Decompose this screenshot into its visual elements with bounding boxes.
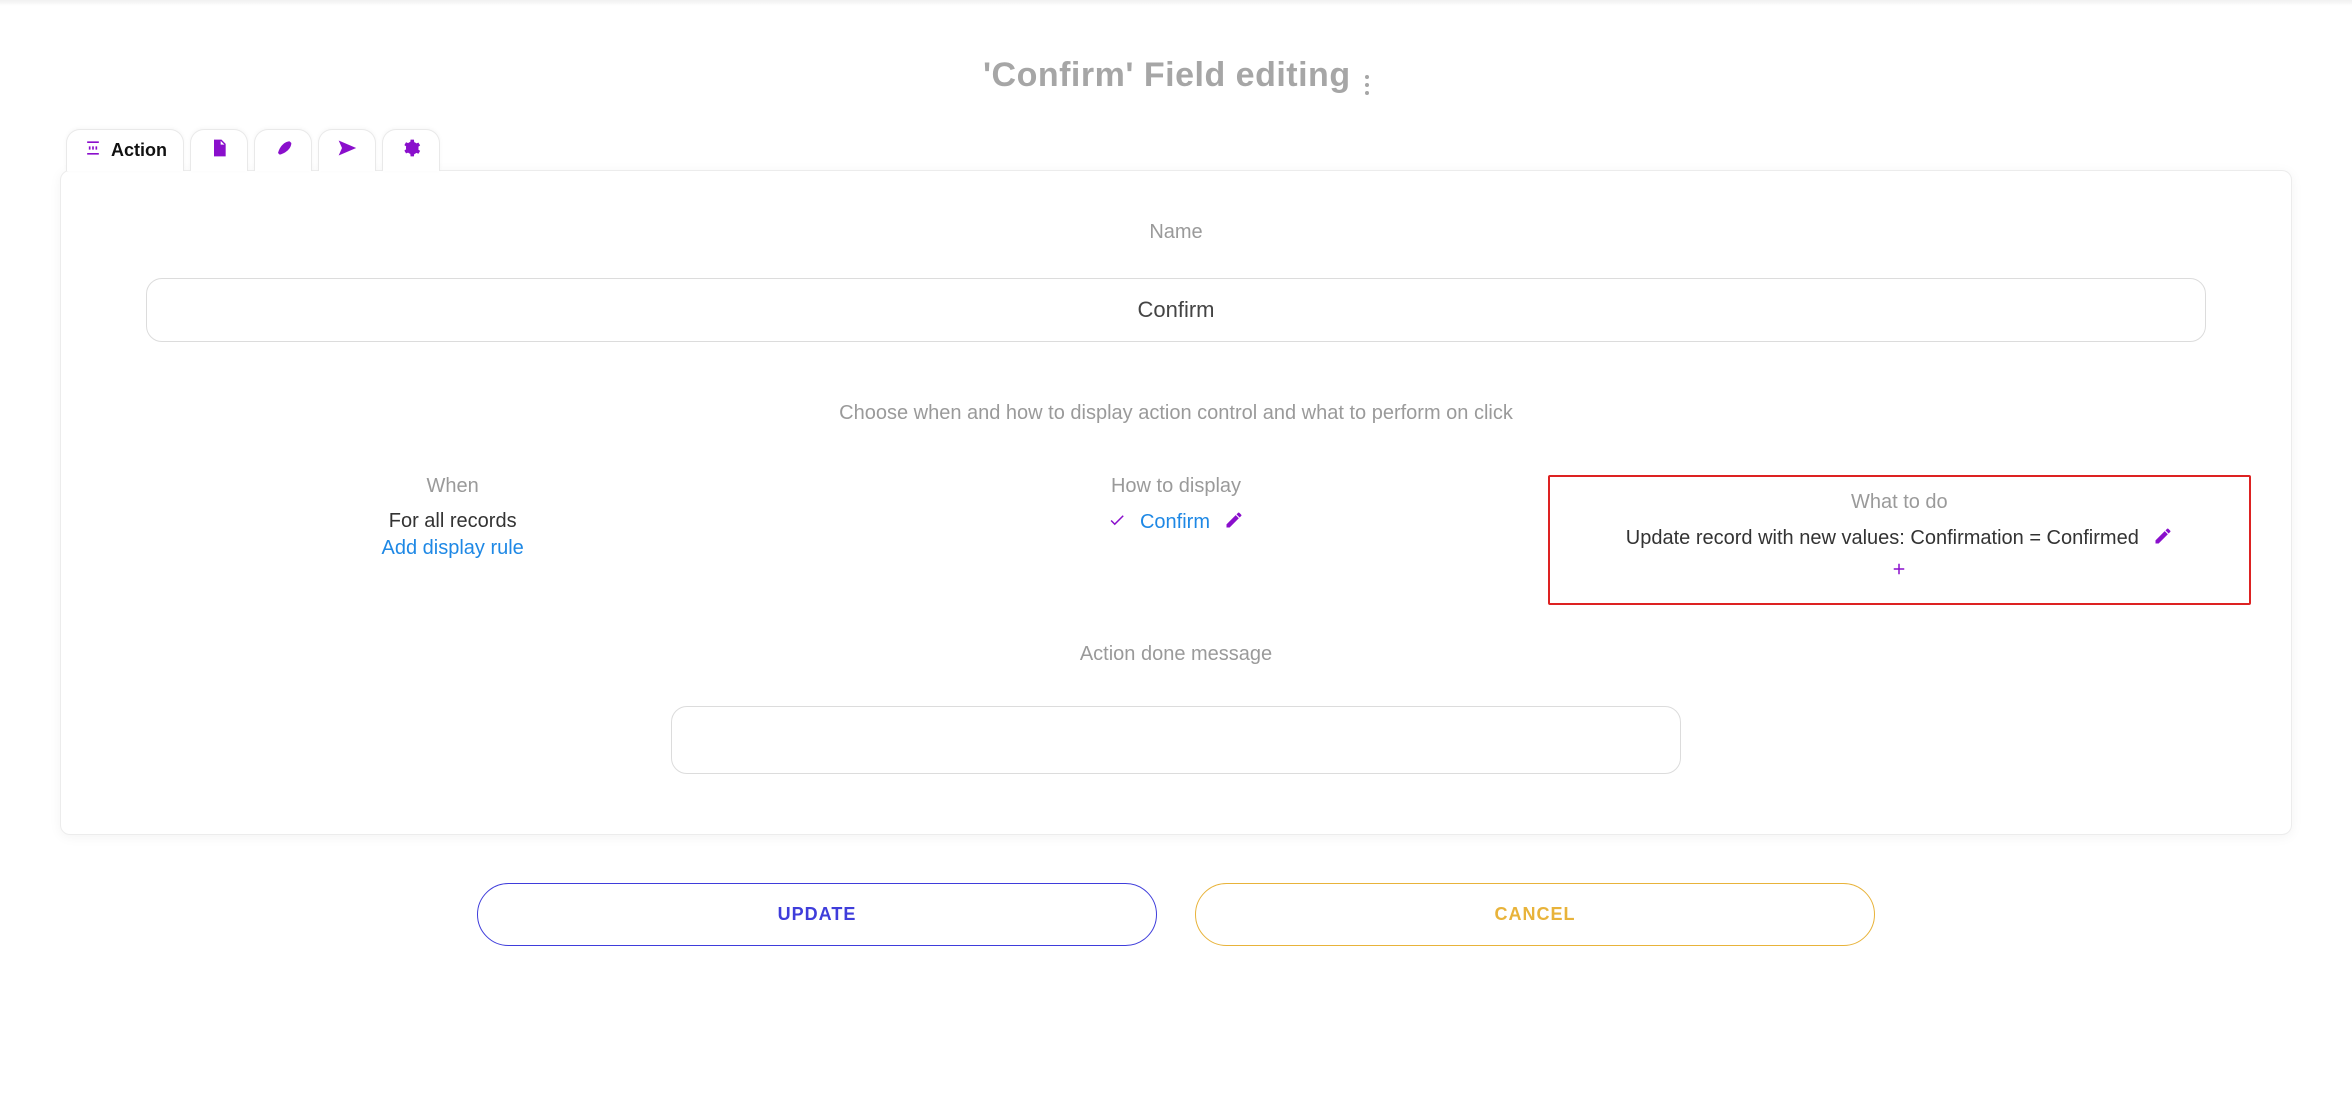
- tab-feather[interactable]: [254, 129, 312, 171]
- tabs-row: Action: [66, 129, 2292, 171]
- name-label: Name: [101, 221, 2251, 244]
- display-value-link[interactable]: Confirm: [1140, 511, 1210, 534]
- how-to-display-column: How to display Confirm: [824, 475, 1527, 605]
- when-column: When For all records Add display rule: [101, 475, 804, 605]
- action-done-input[interactable]: [671, 706, 1681, 774]
- action-tab-icon: [83, 138, 103, 163]
- what-to-do-value: Update record with new values: Confirmat…: [1626, 527, 2139, 550]
- tab-settings[interactable]: [382, 129, 440, 171]
- gear-icon: [401, 138, 421, 163]
- tab-send[interactable]: [318, 129, 376, 171]
- action-panel: Name Choose when and how to display acti…: [60, 170, 2292, 835]
- subheading: Choose when and how to display action co…: [101, 402, 2251, 425]
- add-display-rule-link[interactable]: Add display rule: [101, 537, 804, 560]
- check-icon: [1108, 511, 1126, 534]
- when-value: For all records: [101, 510, 804, 533]
- edit-icon[interactable]: [1224, 510, 1244, 535]
- document-icon: [209, 138, 229, 163]
- what-to-do-header: What to do: [1570, 491, 2229, 514]
- tab-action-label: Action: [111, 140, 167, 161]
- send-icon: [337, 138, 357, 163]
- update-button[interactable]: UPDATE: [477, 883, 1157, 946]
- tab-document[interactable]: [190, 129, 248, 171]
- name-input[interactable]: [146, 278, 2206, 342]
- action-done-label: Action done message: [101, 643, 2251, 666]
- what-to-do-box: What to do Update record with new values…: [1548, 475, 2251, 605]
- feather-icon: [273, 138, 293, 163]
- how-to-display-header: How to display: [824, 475, 1527, 498]
- cancel-button[interactable]: CANCEL: [1195, 883, 1875, 946]
- more-vertical-icon[interactable]: [1365, 71, 1369, 99]
- page-title: 'Confirm' Field editing: [983, 56, 1351, 95]
- when-header: When: [101, 475, 804, 498]
- add-what-to-do-icon[interactable]: [1570, 560, 2229, 583]
- tab-action[interactable]: Action: [66, 129, 184, 171]
- edit-what-to-do-icon[interactable]: [2153, 526, 2173, 552]
- what-to-do-column: What to do Update record with new values…: [1548, 475, 2251, 605]
